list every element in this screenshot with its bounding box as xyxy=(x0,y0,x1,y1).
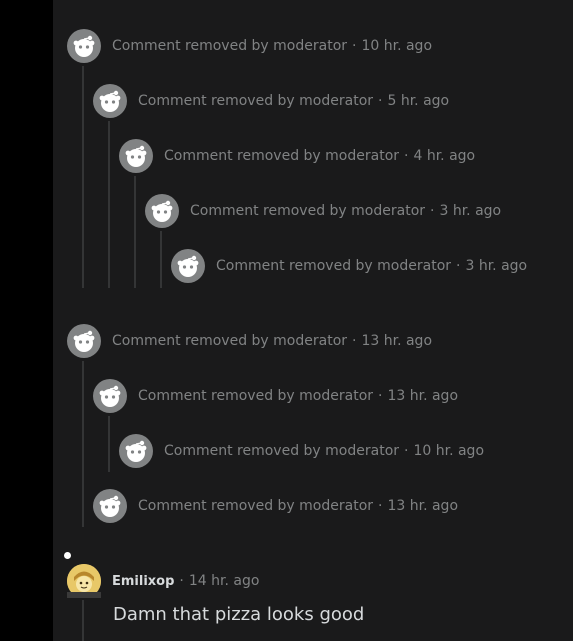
comment-status-text: Comment removed by moderator xyxy=(138,93,374,109)
comment-status-text: Comment removed by moderator xyxy=(216,258,452,274)
default-avatar-icon xyxy=(93,489,127,523)
comment-removed: Comment removed by moderator · 10 hr. ago xyxy=(119,433,484,469)
separator: · xyxy=(179,573,184,589)
comment-status-text: Comment removed by moderator xyxy=(112,38,348,54)
comment-timestamp[interactable]: 13 hr. ago xyxy=(387,498,458,514)
thread-line[interactable] xyxy=(108,416,110,472)
thread-line[interactable] xyxy=(82,600,84,641)
default-avatar-icon xyxy=(93,84,127,118)
comment-status-text: Comment removed by moderator xyxy=(112,333,348,349)
comment-removed: Comment removed by moderator · 5 hr. ago xyxy=(93,83,449,119)
comment-removed: Comment removed by moderator · 13 hr. ago xyxy=(67,323,432,359)
separator: · xyxy=(378,388,383,404)
separator: · xyxy=(352,38,357,54)
separator: · xyxy=(430,203,435,219)
thread-line[interactable] xyxy=(82,361,84,527)
comment-timestamp[interactable]: 13 hr. ago xyxy=(387,388,458,404)
comment-timestamp[interactable]: 14 hr. ago xyxy=(189,573,260,589)
comment-timestamp[interactable]: 10 hr. ago xyxy=(361,38,432,54)
comment-timestamp[interactable]: 5 hr. ago xyxy=(387,93,449,109)
user-comment-header: Emilixop · 14 hr. ago xyxy=(67,563,259,599)
comment-timestamp[interactable]: 13 hr. ago xyxy=(361,333,432,349)
separator: · xyxy=(404,148,409,164)
comment-removed: Comment removed by moderator · 3 hr. ago xyxy=(171,248,527,284)
default-avatar-icon xyxy=(67,324,101,358)
default-avatar-icon xyxy=(171,249,205,283)
comment-timestamp[interactable]: 4 hr. ago xyxy=(413,148,475,164)
comment-author[interactable]: Emilixop xyxy=(112,574,174,589)
separator: · xyxy=(378,498,383,514)
comment-removed: Comment removed by moderator · 13 hr. ago xyxy=(93,378,458,414)
comment-status-text: Comment removed by moderator xyxy=(138,498,374,514)
comment-timestamp[interactable]: 10 hr. ago xyxy=(413,443,484,459)
left-margin xyxy=(0,0,53,641)
comment-removed: Comment removed by moderator · 13 hr. ago xyxy=(93,488,458,524)
separator: · xyxy=(352,333,357,349)
comment-status-text: Comment removed by moderator xyxy=(190,203,426,219)
default-avatar-icon xyxy=(119,434,153,468)
thread-line[interactable] xyxy=(108,121,110,288)
comment-timestamp[interactable]: 3 hr. ago xyxy=(439,203,501,219)
default-avatar-icon xyxy=(119,139,153,173)
online-indicator-icon xyxy=(64,552,71,559)
thread-line[interactable] xyxy=(160,231,162,288)
default-avatar-icon xyxy=(93,379,127,413)
default-avatar-icon xyxy=(67,29,101,63)
comment-removed: Comment removed by moderator · 10 hr. ago xyxy=(67,28,432,64)
comment-timestamp[interactable]: 3 hr. ago xyxy=(465,258,527,274)
comment-status-text: Comment removed by moderator xyxy=(164,148,400,164)
default-avatar-icon xyxy=(145,194,179,228)
separator: · xyxy=(404,443,409,459)
user-avatar[interactable] xyxy=(67,564,101,598)
thread-line[interactable] xyxy=(134,176,136,288)
separator: · xyxy=(378,93,383,109)
thread-line[interactable] xyxy=(82,66,84,288)
comment-status-text: Comment removed by moderator xyxy=(164,443,400,459)
separator: · xyxy=(456,258,461,274)
comment-removed: Comment removed by moderator · 3 hr. ago xyxy=(145,193,501,229)
comment-status-text: Comment removed by moderator xyxy=(138,388,374,404)
comment-body: Damn that pizza looks good xyxy=(113,604,365,625)
comment-removed: Comment removed by moderator · 4 hr. ago xyxy=(119,138,475,174)
